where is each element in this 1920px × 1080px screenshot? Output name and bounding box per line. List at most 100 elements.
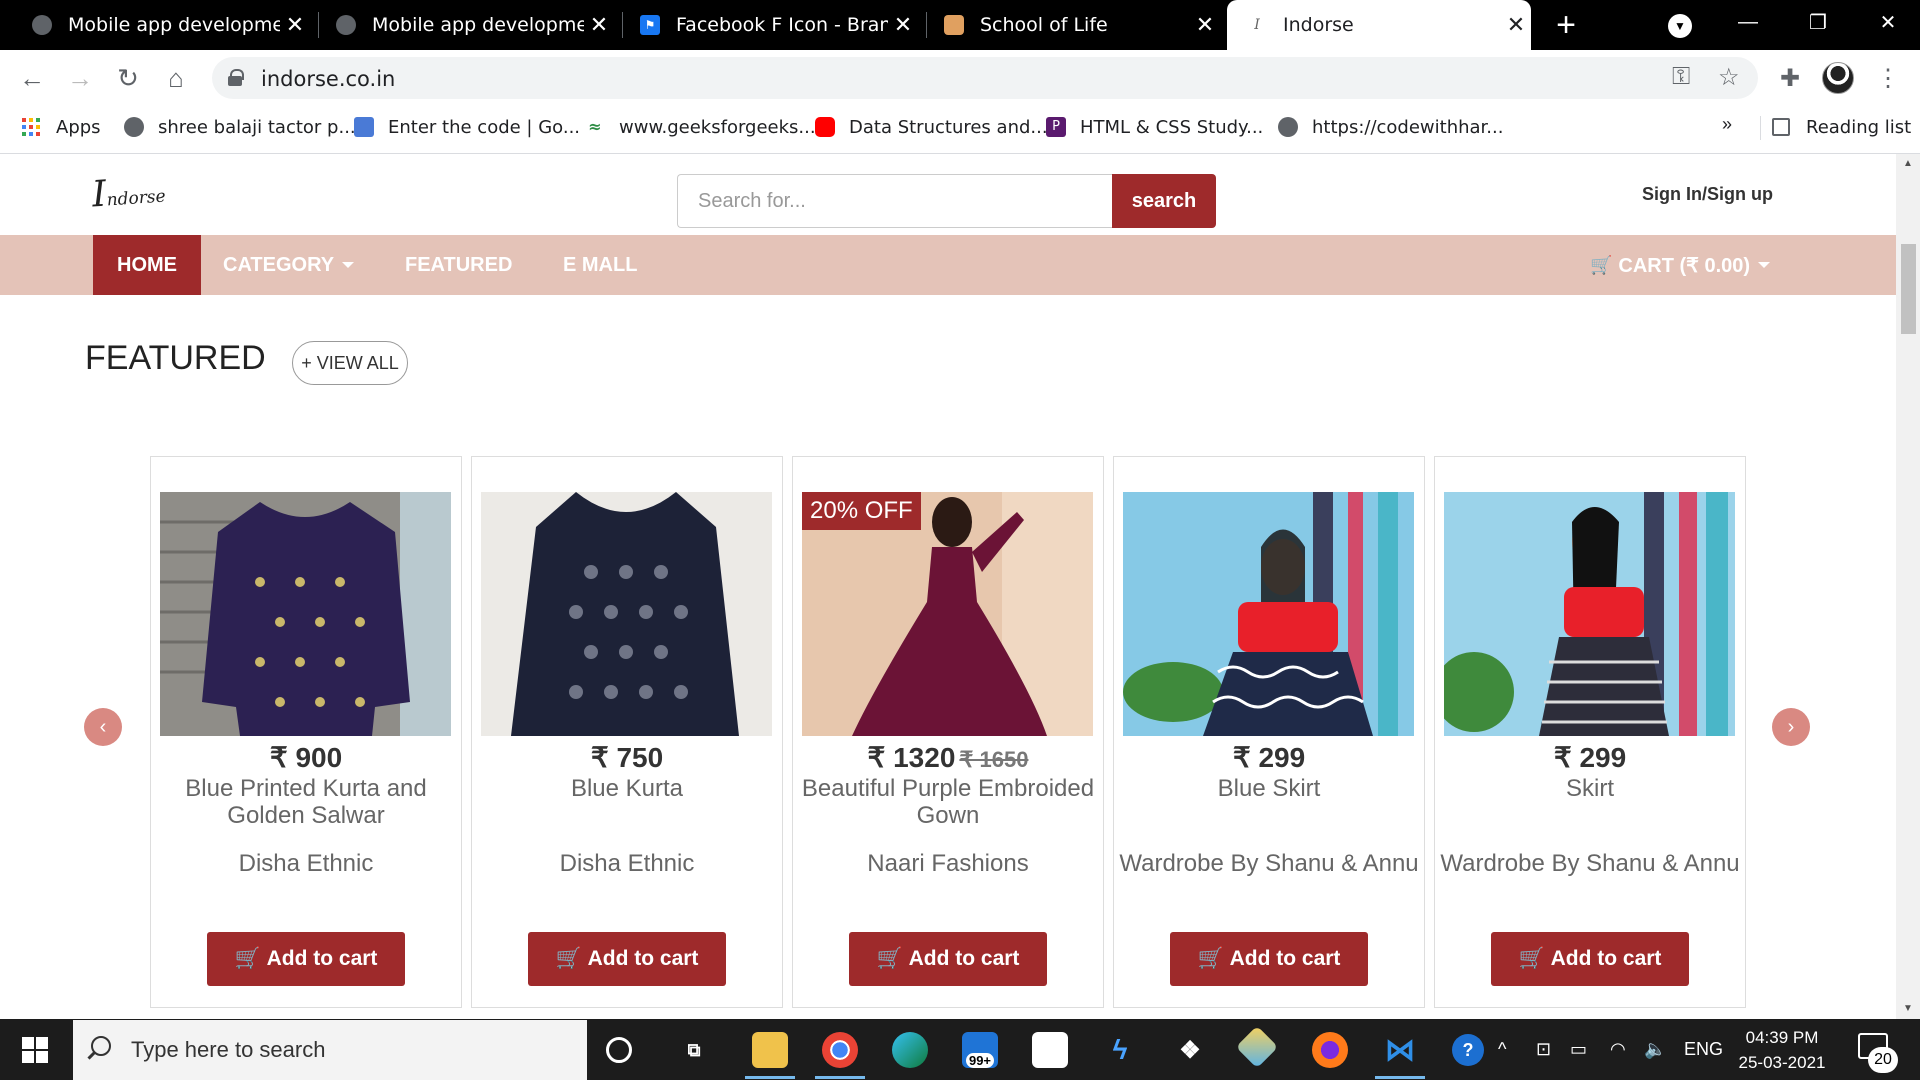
product-image[interactable] <box>1123 492 1414 736</box>
product-name[interactable]: Blue Kurta <box>478 775 776 802</box>
search-input[interactable]: Search for... <box>677 174 1113 228</box>
carousel-prev-button[interactable]: ‹ <box>84 708 122 746</box>
product-image[interactable] <box>481 492 772 736</box>
bookmark-item[interactable]: Enter the code | Go... <box>354 106 580 148</box>
product-image[interactable] <box>1444 492 1735 736</box>
product-card[interactable]: 20% OFF ₹ 1320 ₹ 1650 Beautiful Purple Em… <box>792 456 1104 1008</box>
store-icon[interactable] <box>1032 1032 1068 1068</box>
signin-link[interactable]: Sign In/Sign up <box>1642 184 1773 205</box>
forward-icon[interactable]: → <box>60 58 100 98</box>
product-price: ₹ 900 <box>269 742 343 773</box>
cortana-icon[interactable] <box>606 1037 632 1063</box>
reading-list-button[interactable]: Reading list <box>1772 106 1911 148</box>
vscode-alt-icon[interactable]: ϟ <box>1102 1032 1138 1068</box>
product-image[interactable]: 20% OFF <box>802 492 1093 736</box>
nav-featured[interactable]: FEATURED <box>405 235 512 295</box>
add-to-cart-button[interactable]: 🛒 Add to cart <box>849 932 1047 986</box>
close-tab-icon[interactable]: ✕ <box>888 13 918 38</box>
close-window-icon[interactable]: ✕ <box>1858 0 1918 44</box>
show-hidden-icons-icon[interactable]: ^ <box>1498 1019 1506 1080</box>
browser-tab[interactable]: School of Life ✕ <box>930 0 1220 50</box>
file-explorer-icon[interactable] <box>752 1032 788 1068</box>
product-card[interactable]: ₹ 750 Blue Kurta Disha Ethnic 🛒 Add to c… <box>471 456 783 1008</box>
notification-count: 20 <box>1868 1047 1898 1073</box>
product-name[interactable]: Blue Printed Kurta and Golden Salwar <box>157 775 455 829</box>
more-bookmarks-button[interactable]: » <box>1722 114 1732 135</box>
site-logo[interactable]: Indorse <box>91 169 167 216</box>
taskbar-search-input[interactable]: Type here to search <box>73 1020 587 1080</box>
windows-start-icon[interactable] <box>22 1037 48 1063</box>
dropbox-icon[interactable]: ❖ <box>1172 1032 1208 1068</box>
close-tab-icon[interactable]: ✕ <box>1501 13 1531 38</box>
tab-search-icon[interactable]: ▼ <box>1668 14 1692 38</box>
help-icon[interactable]: ? <box>1452 1034 1484 1066</box>
page-scrollbar[interactable]: ▲ ▼ <box>1896 154 1920 1019</box>
language-indicator[interactable]: ENG <box>1684 1019 1723 1080</box>
bookmark-item[interactable]: ≈ www.geeksforgeeks... <box>585 106 815 148</box>
profile-avatar[interactable] <box>1822 62 1854 94</box>
product-name[interactable]: Beautiful Purple Embroided Gown <box>799 775 1097 829</box>
meet-now-icon[interactable]: ⊡ <box>1536 1019 1551 1080</box>
nav-emall[interactable]: E MALL <box>563 235 637 295</box>
new-tab-button[interactable]: + <box>1546 5 1586 45</box>
url-text[interactable]: indorse.co.in <box>261 67 395 91</box>
windows-taskbar: Type here to search ⧉ 99+ ϟ ❖ ⋈ ? ^ ⊡ ▭ … <box>0 1019 1920 1080</box>
browser-tab[interactable]: ⚑ Facebook F Icon - Brands ✕ <box>628 0 918 50</box>
product-card[interactable]: ₹ 299 Blue Skirt Wardrobe By Shanu & Ann… <box>1113 456 1425 1008</box>
product-name[interactable]: Blue Skirt <box>1120 775 1418 802</box>
browser-tab-active[interactable]: I Indorse ✕ <box>1227 0 1531 50</box>
battery-icon[interactable]: ▭ <box>1570 1019 1587 1080</box>
bookmark-item[interactable]: Data Structures and... <box>815 106 1048 148</box>
product-name[interactable]: Skirt <box>1441 775 1739 802</box>
scrollbar-thumb[interactable] <box>1901 244 1916 334</box>
carousel-next-button[interactable]: › <box>1772 708 1810 746</box>
search-icon <box>91 1036 111 1056</box>
chrome-icon[interactable] <box>822 1032 858 1068</box>
add-to-cart-button[interactable]: 🛒 Add to cart <box>1491 932 1689 986</box>
lock-icon[interactable] <box>228 69 244 86</box>
browser-tab[interactable]: Mobile app development ✕ <box>20 0 310 50</box>
close-tab-icon[interactable]: ✕ <box>584 13 614 38</box>
key-icon[interactable]: ⚿ <box>1672 63 1690 91</box>
volume-icon[interactable]: 🔈 <box>1644 1019 1666 1080</box>
nav-category[interactable]: CATEGORY <box>223 235 355 295</box>
add-to-cart-button[interactable]: 🛒 Add to cart <box>1170 932 1368 986</box>
bookmark-item[interactable]: shree balaji tactor p... <box>124 106 356 148</box>
product-card[interactable]: ₹ 299 Skirt Wardrobe By Shanu & Annu 🛒 A… <box>1434 456 1746 1008</box>
add-to-cart-button[interactable]: 🛒 Add to cart <box>528 932 726 986</box>
star-icon[interactable]: ☆ <box>1718 63 1740 92</box>
nav-cart[interactable]: 🛒 CART (₹ 0.00) <box>1590 235 1771 295</box>
mail-icon[interactable]: 99+ <box>962 1032 998 1068</box>
scroll-up-icon[interactable]: ▲ <box>1896 154 1920 174</box>
task-view-icon[interactable]: ⧉ <box>676 1032 712 1068</box>
product-brand: Disha Ethnic <box>238 850 374 877</box>
home-icon[interactable]: ⌂ <box>156 58 196 98</box>
minimize-icon[interactable]: — <box>1718 0 1778 44</box>
edge-icon[interactable] <box>892 1032 928 1068</box>
scroll-down-icon[interactable]: ▼ <box>1896 999 1920 1019</box>
extensions-icon[interactable]: ✚ <box>1772 60 1808 96</box>
bookmark-item[interactable]: P HTML & CSS Study... <box>1046 106 1263 148</box>
nav-home[interactable]: HOME <box>93 235 201 295</box>
menu-icon[interactable]: ⋮ <box>1870 60 1906 96</box>
cube-app-icon[interactable] <box>1235 1025 1279 1069</box>
close-tab-icon[interactable]: ✕ <box>280 13 310 38</box>
bookmark-item[interactable]: https://codewithhar... <box>1278 106 1503 148</box>
clock[interactable]: 04:39 PM 25-03-2021 <box>1732 1025 1832 1075</box>
close-tab-icon[interactable]: ✕ <box>1190 13 1220 38</box>
product-card[interactable]: ₹ 900 Blue Printed Kurta and Golden Salw… <box>150 456 462 1008</box>
browser-tab[interactable]: Mobile app development ✕ <box>324 0 614 50</box>
search-button[interactable]: search <box>1112 174 1216 228</box>
view-all-button[interactable]: + VIEW ALL <box>292 341 408 385</box>
product-image[interactable] <box>160 492 451 736</box>
vscode-icon[interactable]: ⋈ <box>1382 1032 1418 1068</box>
reload-icon[interactable]: ↻ <box>108 58 148 98</box>
firefox-icon[interactable] <box>1312 1032 1348 1068</box>
bookmark-apps[interactable]: Apps <box>22 106 101 148</box>
add-to-cart-button[interactable]: 🛒 Add to cart <box>207 932 405 986</box>
wifi-icon[interactable]: ◠ <box>1610 1019 1626 1080</box>
address-bar[interactable]: indorse.co.in ⚿ ☆ <box>212 57 1758 99</box>
back-icon[interactable]: ← <box>12 58 52 98</box>
globe-icon <box>336 15 356 35</box>
restore-icon[interactable]: ❐ <box>1788 0 1848 44</box>
